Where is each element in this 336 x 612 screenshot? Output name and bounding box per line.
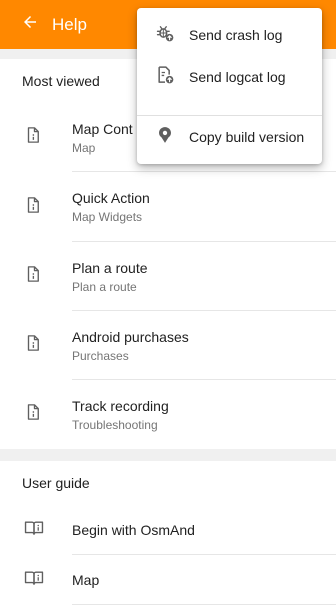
osmand-pin-icon xyxy=(155,125,175,150)
menu-item-copy-build-version[interactable]: Copy build version xyxy=(137,116,322,158)
list-item[interactable]: Plan a route Plan a route xyxy=(0,242,336,311)
overflow-menu: Send crash log Send logcat log Copy buil… xyxy=(137,8,322,164)
article-icon xyxy=(24,126,42,149)
article-icon xyxy=(24,196,42,219)
list-item[interactable]: Track recording Troubleshooting xyxy=(0,380,336,449)
bug-upload-icon xyxy=(155,23,175,48)
back-button[interactable] xyxy=(8,0,52,49)
book-info-icon xyxy=(24,569,44,592)
list-item[interactable]: Map xyxy=(0,555,336,605)
list-item-title: Begin with OsmAnd xyxy=(72,522,195,538)
list-item-subtitle: Purchases xyxy=(72,348,129,363)
list-item-title: Track recording xyxy=(72,397,169,414)
menu-item-label: Send crash log xyxy=(189,27,283,43)
list-item-subtitle: Map Widgets xyxy=(72,210,143,224)
article-icon xyxy=(24,265,42,288)
list-item-subtitle: Troubleshooting xyxy=(72,417,158,432)
list-item-title: Android purchases xyxy=(72,328,189,345)
page-title: Help xyxy=(52,14,87,34)
section-header-user-guide: User guide xyxy=(0,461,336,505)
menu-item-label: Copy build version xyxy=(189,129,305,145)
section-divider xyxy=(0,449,336,461)
divider xyxy=(72,604,336,605)
menu-item-send-logcat-log[interactable]: Send logcat log xyxy=(137,56,322,98)
list-item[interactable]: Quick Action Map Widgets xyxy=(0,172,336,242)
list-item-title: Map xyxy=(72,572,100,588)
list-item[interactable]: Begin with OsmAnd xyxy=(0,505,336,555)
file-upload-icon xyxy=(155,65,175,90)
list-item-title: Plan a route xyxy=(72,259,148,276)
list-item-title: Quick Action xyxy=(72,190,150,206)
article-icon xyxy=(24,334,42,357)
arrow-left-icon xyxy=(21,13,39,36)
book-info-icon xyxy=(24,519,44,542)
list-item[interactable]: Android purchases Purchases xyxy=(0,311,336,380)
list-item-subtitle: Plan a route xyxy=(72,279,137,294)
menu-item-send-crash-log[interactable]: Send crash log xyxy=(137,14,322,56)
menu-item-label: Send logcat log xyxy=(189,69,286,85)
article-icon xyxy=(24,403,42,426)
